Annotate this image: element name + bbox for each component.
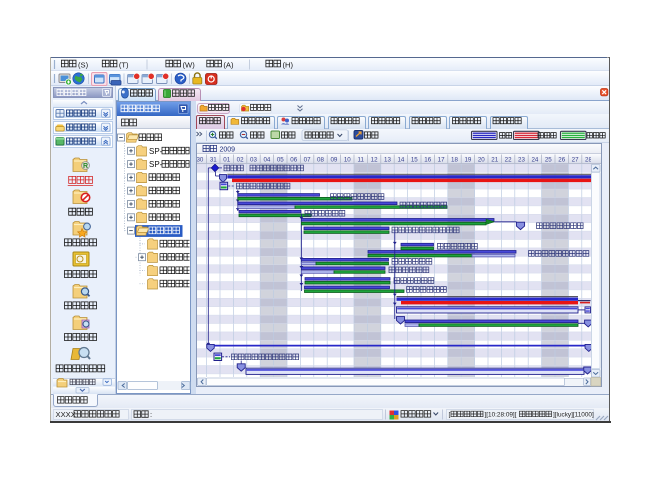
svg-text:28: 28 [585, 156, 592, 163]
svg-text:(H): (H) [283, 60, 294, 69]
svg-text:(S): (S) [78, 60, 89, 69]
svg-text:2009: 2009 [220, 147, 236, 154]
svg-text:][lucky][11000]: ][lucky][11000] [553, 412, 594, 419]
svg-text:R: R [83, 163, 88, 170]
svg-text:SP-: SP- [149, 160, 163, 169]
svg-text:10: 10 [344, 156, 351, 163]
svg-text:09: 09 [330, 156, 337, 163]
svg-text:19: 19 [464, 156, 471, 163]
svg-text:[: [ [449, 412, 451, 419]
svg-text:11: 11 [357, 156, 364, 163]
svg-text:(W): (W) [183, 60, 196, 69]
svg-text:04: 04 [263, 156, 270, 163]
svg-text:24: 24 [531, 156, 538, 163]
svg-text:20: 20 [478, 156, 485, 163]
svg-text:SP-: SP- [149, 147, 163, 156]
svg-text:05: 05 [277, 156, 284, 163]
svg-text:XXXX: XXXX [56, 410, 76, 419]
svg-text:06: 06 [290, 156, 297, 163]
svg-text:18: 18 [451, 156, 458, 163]
svg-text:21: 21 [491, 156, 498, 163]
svg-text:(A): (A) [223, 60, 234, 69]
svg-text:][10:28:09][: ][10:28:09][ [485, 412, 517, 419]
svg-text:15: 15 [411, 156, 418, 163]
svg-text:12: 12 [371, 156, 378, 163]
svg-text::: : [150, 410, 152, 419]
svg-text:16: 16 [424, 156, 431, 163]
svg-text:26: 26 [558, 156, 565, 163]
svg-text:14: 14 [397, 156, 404, 163]
svg-text:30: 30 [196, 156, 203, 163]
svg-text:17: 17 [438, 156, 445, 163]
svg-text:01: 01 [223, 156, 230, 163]
svg-text:08: 08 [317, 156, 324, 163]
svg-text:03: 03 [250, 156, 257, 163]
svg-text:02: 02 [237, 156, 244, 163]
svg-text:23: 23 [518, 156, 525, 163]
svg-text:22: 22 [505, 156, 512, 163]
svg-text:27: 27 [572, 156, 579, 163]
svg-text:07: 07 [304, 156, 311, 163]
svg-text:25: 25 [545, 156, 552, 163]
svg-text:13: 13 [384, 156, 391, 163]
svg-text:(T): (T) [119, 60, 129, 69]
svg-text:31: 31 [210, 156, 217, 163]
